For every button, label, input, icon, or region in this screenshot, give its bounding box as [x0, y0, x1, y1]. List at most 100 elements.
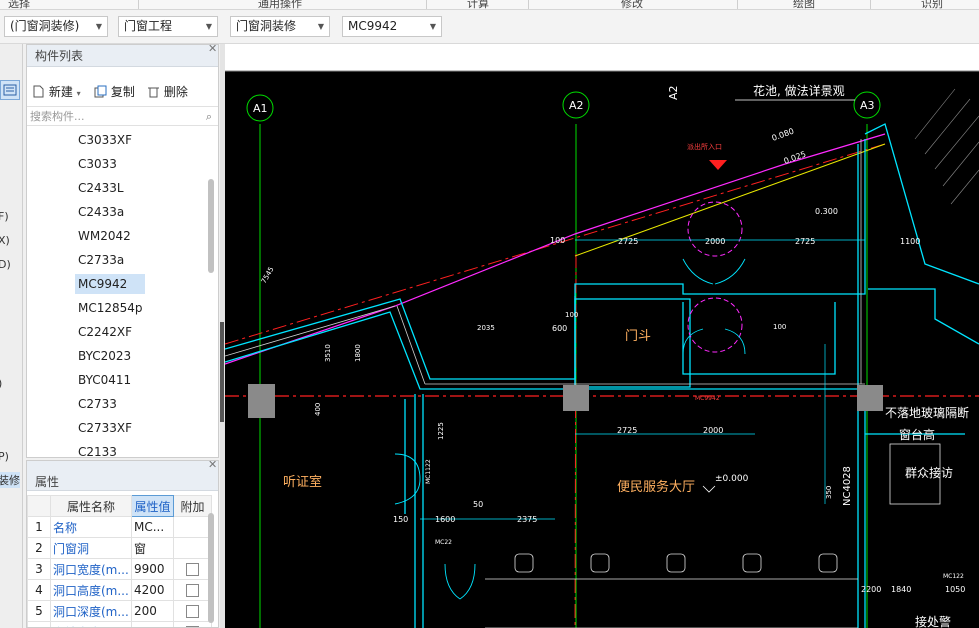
chevron-down-icon: ▼	[317, 22, 324, 31]
dimension-text: 1225	[437, 422, 445, 440]
door-label: NC4028	[842, 466, 853, 506]
list-item-selected[interactable]: MC9942	[75, 274, 145, 294]
ribbon-separator	[138, 0, 139, 9]
table-row[interactable]: 4 洞口高度(m... 4200	[27, 579, 212, 601]
room-name: 窗台高	[899, 427, 935, 442]
property-value[interactable]: 窗	[131, 537, 174, 559]
dimension-text: 2725	[795, 237, 815, 246]
property-scrollbar[interactable]	[208, 513, 214, 623]
property-value[interactable]: 200	[131, 600, 174, 622]
ribbon-group-modify[interactable]: 修改	[621, 0, 643, 9]
level-mark: ±0.000	[715, 474, 749, 484]
list-item[interactable]: C2433L	[75, 178, 145, 198]
list-item[interactable]: C3033XF	[75, 130, 145, 150]
axis-label-a2-rotated: A2	[667, 85, 680, 100]
strip-label[interactable]: F)	[0, 210, 9, 223]
additional-checkbox[interactable]	[186, 563, 199, 576]
table-row[interactable]: 1 名称 MC...	[27, 516, 212, 538]
dimension-text: 2000	[705, 237, 725, 246]
dimension-text: 2200	[861, 585, 881, 594]
ribbon-group-select[interactable]: 选择	[8, 0, 30, 9]
column-header[interactable]: 属性值	[131, 495, 174, 517]
ribbon-group-common[interactable]: 通用操作	[258, 0, 302, 9]
list-item[interactable]: C2433a	[75, 202, 145, 222]
chevron-down-icon: ▾	[76, 89, 81, 98]
column-header[interactable]: 附加	[173, 495, 212, 517]
room-name: 门斗	[625, 329, 651, 344]
property-value[interactable]: 0	[131, 621, 174, 627]
dimension-text: 2375	[517, 515, 537, 524]
list-item[interactable]: C2242XF	[75, 322, 145, 342]
list-item[interactable]: MC12854p	[75, 298, 145, 318]
close-icon[interactable]: ✕	[208, 461, 217, 471]
copy-button-label: 复制	[110, 85, 135, 99]
type-combo-value: 门窗洞装修	[236, 19, 297, 33]
dimension-text: 2725	[617, 426, 637, 435]
ribbon-group-identify[interactable]: 识别	[921, 0, 943, 9]
strip-label[interactable]: D)	[0, 258, 11, 271]
list-item[interactable]: C2733	[75, 394, 145, 414]
property-name: 离地高度(...	[50, 621, 132, 627]
new-button[interactable]: 新建 ▾	[32, 83, 81, 100]
list-item[interactable]: C3033	[75, 154, 145, 174]
table-row[interactable]: 6离地高度(...0	[27, 621, 212, 627]
ribbon-group-calculate[interactable]: 计算	[467, 0, 489, 9]
dimension-text: 150	[393, 515, 408, 524]
delete-button[interactable]: 删除	[147, 83, 188, 100]
new-file-icon	[33, 85, 44, 98]
drawing-background	[225, 72, 979, 628]
splitter-handle[interactable]	[220, 322, 224, 422]
list-item[interactable]: C2733a	[75, 250, 145, 270]
additional-cell	[173, 600, 212, 622]
dimension-text: 600	[552, 324, 567, 333]
property-value[interactable]: 4200	[131, 579, 174, 601]
table-row[interactable]: 2 门窗洞窗	[27, 537, 212, 559]
strip-label[interactable]: P)	[0, 450, 9, 463]
additional-cell	[173, 537, 212, 559]
strip-label[interactable]: )	[0, 377, 2, 390]
component-combo-value: MC9942	[348, 19, 398, 33]
column-header[interactable]: 属性名称	[50, 495, 132, 517]
entrance-label: 派出所入口	[687, 142, 722, 151]
category-combo[interactable]: 门窗工程 ▼	[118, 16, 218, 37]
dimension-text: 100	[565, 311, 578, 319]
strip-label[interactable]: X)	[0, 234, 10, 247]
strip-label-active[interactable]: 装修	[0, 472, 20, 488]
table-row[interactable]: 3 洞口宽度(m... 9900	[27, 558, 212, 580]
row-number: 4	[27, 579, 51, 601]
dimension-text: 1800	[354, 344, 362, 362]
type-combo[interactable]: 门窗洞装修 ▼	[230, 16, 330, 37]
close-icon[interactable]: ✕	[208, 42, 217, 55]
list-item[interactable]: C2733XF	[75, 418, 145, 438]
chevron-down-icon: ▼	[429, 22, 436, 31]
dimension-text: 100	[773, 323, 786, 331]
property-value[interactable]: 9900	[131, 558, 174, 580]
annotation-note: 不落地玻璃隔断	[885, 405, 969, 420]
property-value[interactable]: MC...	[131, 516, 174, 538]
door-label: MC122	[943, 573, 964, 580]
list-item[interactable]: WM2042	[75, 226, 145, 246]
list-view-icon[interactable]	[0, 80, 20, 100]
cad-drawing-canvas[interactable]: A1 A2 A3 A2 2725 2000 2725 100 1100 2725…	[225, 44, 979, 628]
dimension-text: 1100	[900, 237, 920, 246]
table-row[interactable]: 5 洞口深度(m... 200	[27, 600, 212, 622]
additional-checkbox[interactable]	[186, 605, 199, 618]
component-search-input[interactable]: 搜索构件... ⌕	[27, 106, 218, 126]
panel-title: 构件列表	[27, 45, 218, 67]
dimension-text: 2000	[703, 426, 723, 435]
property-panel: 属性 ✕ 属性名称 属性值 附加 1 名称 MC... 2 门窗洞窗 3 洞口宽度(m...…	[26, 460, 219, 628]
additional-checkbox[interactable]	[186, 584, 199, 597]
panel-title: 属性	[27, 461, 218, 491]
list-item[interactable]: BYC2023	[75, 346, 145, 366]
ribbon-group-bar: 选择 通用操作 计算 修改 绘图 识别	[0, 0, 979, 10]
component-combo[interactable]: MC9942 ▼	[342, 16, 442, 37]
floor-combo[interactable]: (门窗洞装修) ▼	[4, 16, 108, 37]
copy-button[interactable]: 复制	[94, 83, 135, 100]
ribbon-separator	[870, 0, 871, 9]
property-name: 洞口高度(m...	[50, 579, 132, 601]
dimension-text: 1600	[435, 515, 455, 524]
list-scrollbar[interactable]	[208, 179, 214, 273]
ribbon-group-draw[interactable]: 绘图	[793, 0, 815, 9]
list-item[interactable]: BYC0411	[75, 370, 145, 390]
list-item[interactable]: C2133	[75, 442, 145, 462]
